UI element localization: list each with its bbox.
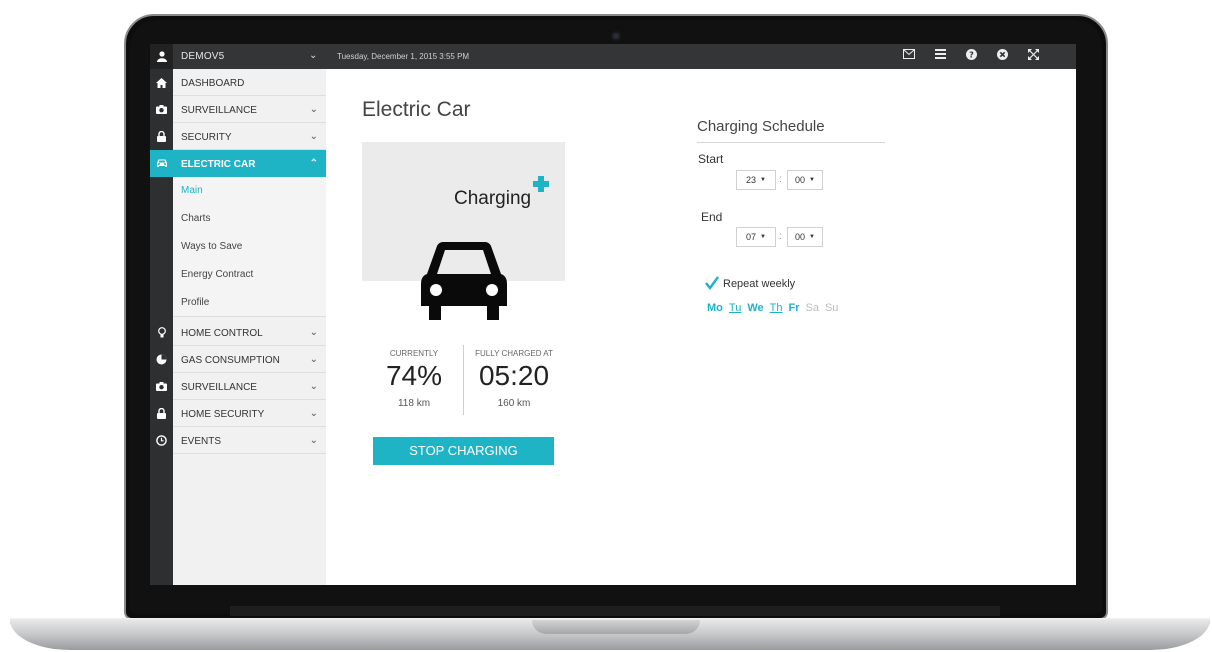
divider: [697, 142, 885, 143]
sidebar-item-label: HOME SECURITY: [181, 409, 265, 420]
time-separator: :: [779, 231, 782, 242]
day-toggle-th[interactable]: Th: [770, 302, 783, 314]
sidebar-item-label: SECURITY: [181, 132, 232, 143]
subnav-item-charts[interactable]: Charts: [173, 205, 326, 233]
laptop-notch: [532, 620, 700, 634]
sidebar-item-security[interactable]: SECURITY ⌄: [173, 123, 326, 150]
day-toggle-mo[interactable]: Mo: [707, 302, 723, 314]
sidebar: DASHBOARD SURVEILLANCE ⌄ SECURITY ⌄ ELEC…: [173, 69, 326, 585]
sidebar-item-home-security[interactable]: HOME SECURITY ⌄: [173, 400, 326, 427]
sidebar-item-gas-consumption[interactable]: GAS CONSUMPTION ⌄: [173, 346, 326, 373]
page-title: Electric Car: [362, 98, 471, 121]
sidebar-item-label: EVENTS: [181, 436, 222, 447]
day-toggle-su[interactable]: Su: [825, 302, 838, 314]
day-toggle-sa[interactable]: Sa: [805, 302, 818, 314]
laptop-mockup: DEMOV5 ⌄ Tuesday, December 1, 2015 3:55 …: [0, 0, 1212, 652]
mail-icon[interactable]: [902, 49, 916, 63]
chevron-down-icon: ⌄: [309, 435, 318, 446]
car-icon: [421, 242, 507, 320]
end-hour-select[interactable]: 07 ▼: [736, 227, 776, 247]
lock-icon[interactable]: [150, 400, 173, 427]
day-toggle-tu[interactable]: Tu: [729, 302, 741, 314]
laptop-chin: [230, 606, 1000, 616]
sidebar-item-label: HOME CONTROL: [181, 328, 263, 339]
end-minute-select[interactable]: 00 ▼: [787, 227, 823, 247]
fullscreen-icon[interactable]: [1026, 49, 1040, 63]
chevron-down-icon[interactable]: ⌄: [309, 50, 317, 61]
chevron-down-icon: ⌄: [309, 104, 318, 115]
help-icon[interactable]: ?: [964, 49, 978, 63]
app-screen: DEMOV5 ⌄ Tuesday, December 1, 2015 3:55 …: [150, 44, 1076, 585]
chevron-down-icon: ⌄: [309, 327, 318, 338]
sidebar-item-label: ELECTRIC CAR: [181, 159, 256, 170]
subnav-item-profile[interactable]: Profile: [173, 289, 326, 317]
current-datetime: Tuesday, December 1, 2015 3:55 PM: [337, 52, 470, 61]
sidebar-item-label: SURVEILLANCE: [181, 382, 257, 393]
user-name[interactable]: DEMOV5: [181, 51, 224, 62]
start-hour-select[interactable]: 23 ▼: [736, 170, 776, 190]
dropdown-arrow-icon: ▼: [760, 234, 766, 240]
icon-rail: [150, 69, 173, 585]
user-icon[interactable]: [150, 44, 173, 69]
current-charge-value: 74%: [385, 360, 443, 391]
day-toggle-fr[interactable]: Fr: [788, 302, 799, 314]
chevron-up-icon: ⌃: [309, 158, 318, 169]
list-icon[interactable]: [933, 49, 947, 63]
checkmark-icon[interactable]: [705, 276, 719, 290]
dropdown-arrow-icon: ▼: [809, 177, 815, 183]
camera-icon[interactable]: [150, 373, 173, 400]
home-icon[interactable]: [150, 69, 173, 96]
time-separator: :: [779, 174, 782, 185]
dropdown-arrow-icon: ▼: [809, 234, 815, 240]
subnav-item-ways-to-save[interactable]: Ways to Save: [173, 233, 326, 261]
plus-icon: [533, 176, 549, 192]
chevron-down-icon: ⌄: [309, 131, 318, 142]
sidebar-item-events[interactable]: EVENTS ⌄: [173, 427, 326, 454]
full-range: 160 km: [497, 398, 531, 409]
clock-icon[interactable]: [150, 427, 173, 454]
sidebar-item-label: GAS CONSUMPTION: [181, 355, 280, 366]
sidebar-item-label: SURVEILLANCE: [181, 105, 257, 116]
chevron-down-icon: ⌄: [309, 354, 318, 365]
svg-text:?: ?: [969, 51, 974, 60]
full-charge-label: FULLY CHARGED AT: [475, 349, 553, 358]
sidebar-item-label: DASHBOARD: [181, 78, 245, 89]
start-minute-select[interactable]: 00 ▼: [787, 170, 823, 190]
sidebar-item-home-control[interactable]: HOME CONTROL ⌄: [173, 319, 326, 346]
current-range: 118 km: [397, 398, 431, 409]
stat-divider: [463, 345, 464, 415]
current-label: CURRENTLY: [389, 349, 439, 358]
subnav-item-energy-contract[interactable]: Energy Contract: [173, 261, 326, 289]
chevron-down-icon: ⌄: [309, 381, 318, 392]
dropdown-arrow-icon: ▼: [760, 177, 766, 183]
pie-icon[interactable]: [150, 346, 173, 373]
close-circle-icon[interactable]: [995, 49, 1009, 63]
schedule-title: Charging Schedule: [697, 118, 825, 135]
subnav-item-main[interactable]: Main: [173, 177, 326, 205]
full-charge-time: 05:20: [478, 360, 550, 391]
camera-icon[interactable]: [150, 96, 173, 123]
end-label: End: [701, 210, 723, 224]
day-toggle-we[interactable]: We: [747, 302, 763, 314]
top-bar: DEMOV5 ⌄ Tuesday, December 1, 2015 3:55 …: [150, 44, 1076, 69]
charging-status-label: Charging: [454, 188, 532, 209]
repeat-weekly-label[interactable]: Repeat weekly: [723, 278, 795, 290]
webcam: [611, 31, 621, 41]
sidebar-item-surveillance[interactable]: SURVEILLANCE ⌄: [173, 96, 326, 123]
sidebar-item-dashboard[interactable]: DASHBOARD: [173, 69, 326, 96]
weekday-selector: Mo Tu We Th Fr Sa Su: [707, 302, 838, 314]
bulb-icon[interactable]: [150, 319, 173, 346]
sidebar-item-surveillance-2[interactable]: SURVEILLANCE ⌄: [173, 373, 326, 400]
start-label: Start: [698, 152, 724, 166]
stop-charging-button[interactable]: STOP CHARGING: [373, 437, 554, 465]
lock-icon[interactable]: [150, 123, 173, 150]
car-icon[interactable]: [150, 150, 173, 177]
sidebar-item-electric-car[interactable]: ELECTRIC CAR ⌃: [173, 150, 326, 177]
chevron-down-icon: ⌄: [309, 408, 318, 419]
